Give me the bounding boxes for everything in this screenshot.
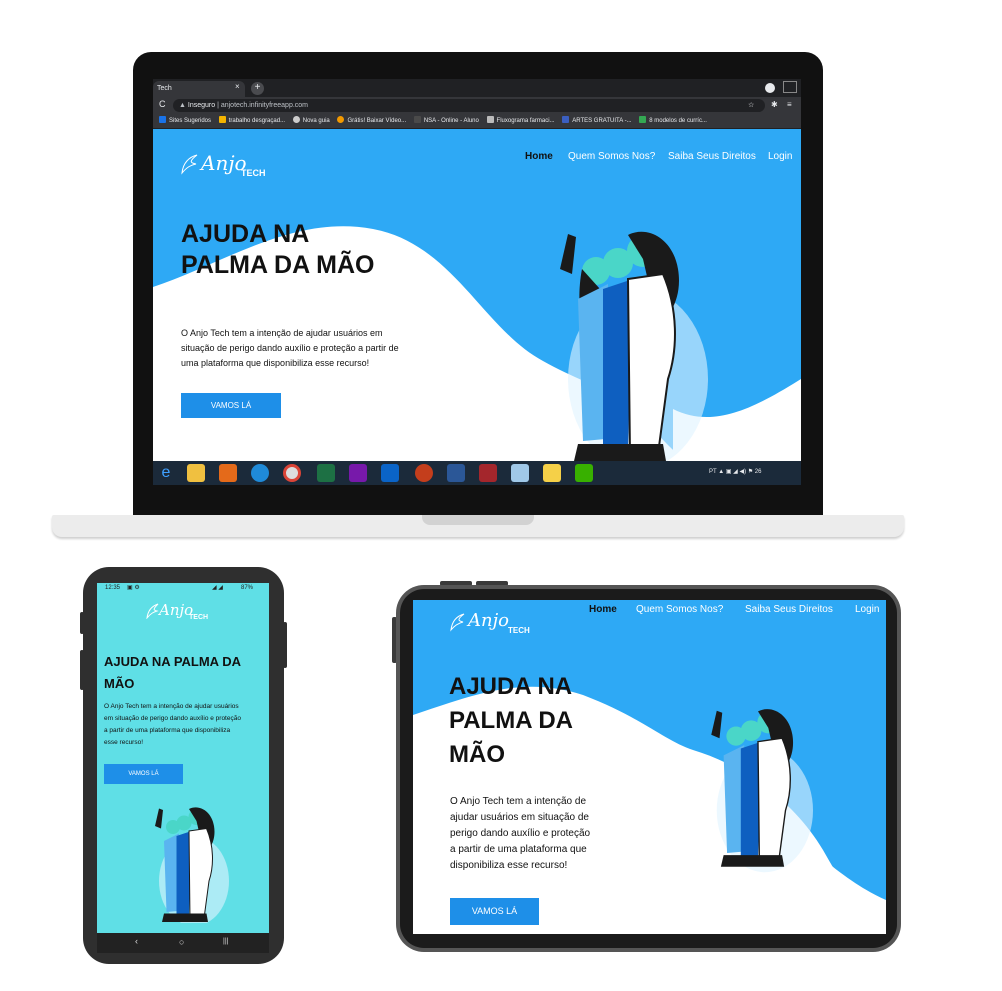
hero-title: AJUDA NA PALMA DA MÃO	[104, 654, 241, 691]
phone-screen: 12:35 ▣ ⚙ ◢ ◢ 87% Anjo TECH AJUDA NA PAL…	[97, 583, 269, 933]
nav-quem-somos[interactable]: Quem Somos Nos?	[568, 151, 655, 162]
windows-taskbar: e PT ▲ ▣ ◢ ◀) ⚑ 26	[153, 461, 801, 485]
phone-side-button	[80, 650, 84, 690]
clock[interactable]: 26	[755, 469, 762, 475]
bookmark-item[interactable]: Grátis! Baixar Vídeo...	[337, 114, 406, 128]
new-tab-button[interactable]: +	[251, 82, 264, 95]
system-tray: PT ▲ ▣ ◢ ◀) ⚑ 26	[709, 469, 762, 475]
hero-description: O Anjo Tech tem a intenção de ajudar usu…	[104, 703, 241, 746]
browser-tab-title: Tech	[157, 85, 172, 92]
extensions-icon[interactable]: ✱	[771, 100, 778, 109]
bookmarks-bar: Sites Sugeridos trabalho desgraçad... No…	[153, 114, 801, 129]
notification-icon: ▣ ⚙	[127, 585, 140, 591]
language-indicator[interactable]: PT	[709, 469, 717, 475]
recent-apps-button[interactable]: |||	[223, 938, 228, 945]
cta-button[interactable]: VAMOS LÁ	[104, 764, 183, 784]
window-control-icon[interactable]	[783, 81, 797, 93]
hero-title: AJUDA NA PALMA DA MÃO	[449, 673, 573, 768]
women-illustration	[711, 709, 813, 873]
url-text: anjotech.infinityfreeapp.com	[220, 102, 309, 109]
signal-icon: ◢ ◢	[212, 585, 223, 591]
nav-direitos[interactable]: Saiba Seus Direitos	[668, 151, 756, 162]
nav-login[interactable]: Login	[855, 604, 879, 615]
bookmark-item[interactable]: ARTES GRATUITA -...	[562, 114, 632, 128]
bookmark-item[interactable]: Sites Sugeridos	[159, 114, 211, 128]
warning-icon: ▲	[179, 102, 188, 109]
camtasia-icon[interactable]	[575, 464, 593, 482]
women-illustration	[155, 807, 229, 923]
folder-icon[interactable]	[187, 464, 205, 482]
outlook-icon[interactable]	[381, 464, 399, 482]
cta-button[interactable]: VAMOS LÁ	[181, 393, 281, 418]
phone-side-button	[80, 612, 84, 634]
battery-level: 87%	[241, 585, 254, 591]
nav-home[interactable]: Home	[525, 151, 553, 162]
bookmark-item[interactable]: Fluxograma farmaci...	[486, 114, 555, 128]
explorer-icon[interactable]	[511, 464, 529, 482]
hero-title: AJUDA NA PALMA DA MÃO	[181, 220, 375, 279]
wing-icon	[181, 154, 198, 175]
bookmark-icon	[486, 116, 494, 123]
bookmark-item[interactable]: 8 modelos de curríc...	[639, 114, 707, 128]
home-button[interactable]: ○	[179, 937, 184, 947]
wing-icon	[146, 603, 159, 619]
tablet-screen: Anjo TECH Home Quem Somos Nos? Saiba Seu…	[413, 600, 886, 934]
back-button[interactable]: ‹	[135, 936, 138, 946]
bookmark-item[interactable]: trabalho desgraçad...	[218, 114, 285, 128]
wing-icon	[450, 613, 465, 632]
access-icon[interactable]	[479, 464, 497, 482]
phone-power-button	[283, 622, 287, 668]
phone-time: 12:35	[105, 585, 121, 591]
bookmark-icon	[218, 116, 226, 123]
laptop-webpage: Anjo TECH Home Quem Somos Nos? Saiba Seu…	[153, 129, 801, 461]
address-bar[interactable]: ▲ Inseguro | anjotech.infinityfreeapp.co…	[173, 99, 765, 112]
bookmark-item[interactable]: Nova guia	[292, 114, 330, 128]
profile-icon[interactable]	[765, 83, 775, 93]
chrome-icon[interactable]	[283, 464, 301, 482]
nav-quem-somos[interactable]: Quem Somos Nos?	[636, 604, 723, 615]
browser-tab[interactable]: Tech	[153, 81, 245, 97]
media-player-icon[interactable]	[219, 464, 237, 482]
star-icon[interactable]: ☆	[748, 99, 754, 112]
reload-icon[interactable]: C	[159, 99, 166, 109]
hero-description: O Anjo Tech tem a intenção de ajudar usu…	[181, 328, 399, 368]
onenote-icon[interactable]	[349, 464, 367, 482]
insecure-label: Inseguro	[187, 102, 216, 109]
browser-toolbar: C ▲ Inseguro | anjotech.infinityfreeapp.…	[153, 97, 801, 114]
shield-icon[interactable]	[543, 464, 561, 482]
phone-status-bar: 12:35 ▣ ⚙ ◢ ◢ 87%	[97, 583, 269, 594]
excel-icon[interactable]	[317, 464, 335, 482]
phone-nav-bar: ‹ ○ |||	[97, 933, 269, 953]
women-illustration	[560, 231, 708, 461]
menu-icon[interactable]: ≡	[787, 100, 792, 109]
edge-icon[interactable]	[251, 464, 269, 482]
laptop-notch	[422, 515, 534, 525]
bookmark-item[interactable]: NSA - Online - Aluno	[413, 114, 479, 128]
powerpoint-icon[interactable]	[415, 464, 433, 482]
laptop-screen: Tech × + C ▲ Inseguro | anjotech.infinit…	[153, 79, 801, 485]
bookmark-icon	[639, 116, 647, 123]
hero-description: O Anjo Tech tem a intenção de ajudar usu…	[450, 796, 591, 871]
bookmark-icon	[159, 116, 166, 123]
bookmark-icon	[292, 116, 300, 123]
nav-home[interactable]: Home	[589, 604, 617, 615]
nav-direitos[interactable]: Saiba Seus Direitos	[745, 604, 833, 615]
cta-button[interactable]: VAMOS LÁ	[450, 898, 539, 925]
nav-login[interactable]: Login	[768, 151, 792, 162]
ie-icon[interactable]: e	[157, 464, 175, 482]
close-icon[interactable]: ×	[235, 82, 240, 91]
bookmark-icon	[337, 116, 345, 123]
browser-tab-strip: Tech × +	[153, 79, 801, 97]
bookmark-icon	[562, 116, 570, 123]
word-icon[interactable]	[447, 464, 465, 482]
bookmark-icon	[413, 116, 421, 123]
